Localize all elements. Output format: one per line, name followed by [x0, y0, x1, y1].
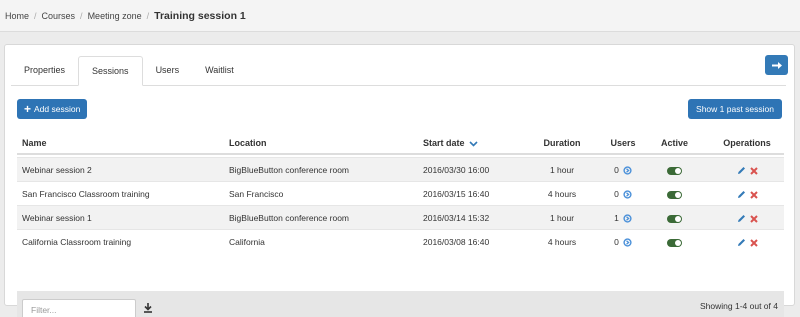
header-start-date[interactable]: Start date: [423, 131, 478, 155]
session-operations: [710, 158, 784, 182]
header-active[interactable]: Active: [647, 131, 702, 155]
session-name[interactable]: Webinar session 2: [22, 158, 92, 182]
session-name[interactable]: Webinar session 1: [22, 206, 92, 230]
show-past-sessions-button[interactable]: Show 1 past session: [688, 99, 782, 119]
filter-input[interactable]: [22, 299, 136, 317]
session-start-date: 2016/03/14 15:32: [423, 213, 490, 223]
session-name[interactable]: California Classroom training: [22, 230, 131, 254]
active-toggle[interactable]: [667, 190, 682, 199]
breadcrumb-separator: /: [80, 10, 83, 21]
session-operations: [710, 182, 784, 206]
session-panel: Properties Sessions Users Waitlist + Add…: [4, 44, 795, 317]
sort-desc-icon: [468, 141, 478, 147]
session-operations: [710, 230, 784, 254]
header-start-date-label: Start date: [423, 138, 465, 148]
header-location[interactable]: Location: [229, 131, 267, 155]
header-users[interactable]: Users: [603, 131, 643, 155]
session-name[interactable]: San Francisco Classroom training: [22, 182, 150, 206]
edit-icon[interactable]: [737, 166, 746, 175]
session-duration: 1 hour: [549, 165, 575, 175]
breadcrumb-separator: /: [34, 10, 37, 21]
export-button[interactable]: [765, 55, 788, 75]
page-title: Training session 1: [154, 9, 246, 22]
session-start-date: 2016/03/30 16:00: [423, 165, 490, 175]
session-user-count: 0: [614, 237, 619, 247]
breadcrumb-separator: /: [146, 10, 150, 21]
session-operations: [710, 206, 784, 230]
refresh-users-icon[interactable]: [623, 166, 632, 175]
session-active: [647, 230, 702, 254]
active-toggle[interactable]: [667, 214, 682, 223]
delete-icon[interactable]: [749, 215, 758, 223]
session-users: 0: [603, 230, 643, 254]
delete-icon[interactable]: [749, 239, 758, 247]
session-user-count: 1: [614, 213, 619, 223]
edit-icon[interactable]: [737, 238, 746, 247]
delete-icon[interactable]: [749, 167, 758, 175]
refresh-users-icon[interactable]: [623, 214, 632, 223]
edit-icon[interactable]: [737, 214, 746, 223]
delete-icon[interactable]: [749, 191, 758, 199]
session-start-date: 2016/03/08 16:40: [423, 237, 490, 247]
active-toggle[interactable]: [667, 166, 682, 175]
edit-icon[interactable]: [737, 190, 746, 199]
session-users: 0: [603, 158, 643, 182]
breadcrumb-meeting-zone[interactable]: Meeting zone: [88, 11, 142, 21]
download-icon[interactable]: [143, 303, 153, 313]
header-duration[interactable]: Duration: [522, 131, 602, 155]
session-active: [647, 206, 702, 230]
session-location: BigBlueButton conference room: [229, 213, 350, 223]
session-duration: 4 hours: [547, 189, 577, 199]
tab-bar: Properties Sessions Users Waitlist: [11, 56, 786, 86]
breadcrumb: Home / Courses / Meeting zone / Training…: [0, 0, 800, 32]
session-location: BigBlueButton conference room: [229, 165, 350, 175]
table-footer: Showing 1-4 out of 4: [17, 291, 784, 317]
active-toggle[interactable]: [667, 238, 682, 247]
table-row[interactable]: California Classroom training California 2…: [17, 229, 784, 253]
plus-icon: +: [24, 102, 32, 116]
add-session-button[interactable]: + Add session: [17, 99, 88, 119]
header-operations: Operations: [723, 138, 771, 148]
table-header: Name Location Start date Duration Users …: [17, 131, 784, 155]
session-active: [647, 158, 702, 182]
add-session-label: Add session: [34, 104, 81, 114]
breadcrumb-home[interactable]: Home: [5, 11, 29, 21]
refresh-users-icon[interactable]: [623, 238, 632, 247]
pagination-summary: Showing 1-4 out of 4: [700, 301, 778, 311]
refresh-users-icon[interactable]: [623, 190, 632, 199]
header-name[interactable]: Name: [22, 131, 47, 155]
tab-waitlist[interactable]: Waitlist: [192, 56, 247, 86]
session-duration: 1 hour: [549, 213, 575, 223]
session-duration: 4 hours: [547, 237, 577, 247]
breadcrumb-courses[interactable]: Courses: [42, 11, 76, 21]
session-location: San Francisco: [229, 189, 284, 199]
arrow-right-icon: [771, 61, 782, 69]
session-users: 0: [603, 182, 643, 206]
session-user-count: 0: [614, 189, 619, 199]
tab-properties[interactable]: Properties: [11, 56, 78, 86]
tab-sessions[interactable]: Sessions: [78, 56, 143, 86]
session-active: [647, 182, 702, 206]
session-location: California: [229, 237, 265, 247]
session-start-date: 2016/03/15 16:40: [423, 189, 490, 199]
table-row[interactable]: San Francisco Classroom training San Fran…: [17, 181, 784, 205]
session-user-count: 0: [614, 165, 619, 175]
table-row[interactable]: Webinar session 2 BigBlueButton conferenc…: [17, 157, 784, 181]
tab-users[interactable]: Users: [143, 56, 193, 86]
session-users: 1: [603, 206, 643, 230]
table-row[interactable]: Webinar session 1 BigBlueButton conferenc…: [17, 205, 784, 229]
